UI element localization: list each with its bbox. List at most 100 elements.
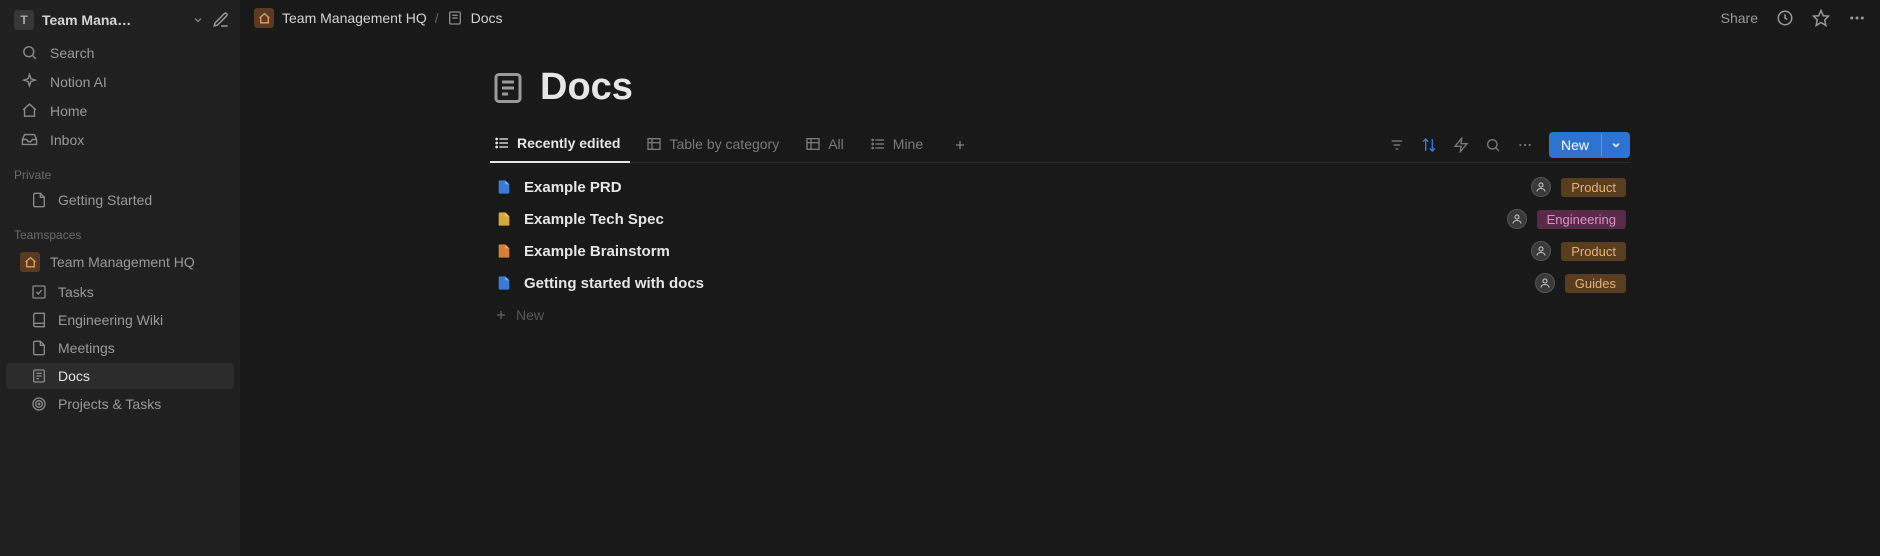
sidebar-teamspace[interactable]: Team Management HQ bbox=[6, 247, 234, 277]
home-icon bbox=[20, 102, 38, 119]
table-icon bbox=[805, 136, 821, 152]
more-icon[interactable] bbox=[1517, 137, 1533, 153]
breadcrumb-separator: / bbox=[435, 10, 439, 26]
view-tab-mine[interactable]: Mine bbox=[866, 128, 933, 162]
teamspace-home-icon[interactable] bbox=[254, 8, 274, 28]
doc-page-icon bbox=[494, 275, 514, 291]
doc-page-icon bbox=[494, 211, 514, 227]
doc-row[interactable]: Getting started with docs Guides bbox=[490, 267, 1630, 299]
checkbox-icon bbox=[30, 284, 48, 300]
avatar bbox=[1531, 177, 1551, 197]
category-tag: Product bbox=[1561, 178, 1626, 197]
sidebar-item-label: Tasks bbox=[58, 284, 94, 300]
workspace-switcher[interactable]: T Team Mana… bbox=[0, 6, 240, 38]
share-button[interactable]: Share bbox=[1721, 10, 1758, 26]
doc-title: Example PRD bbox=[524, 179, 1531, 196]
table-actions: New bbox=[1389, 132, 1630, 158]
doc-page-icon bbox=[494, 243, 514, 259]
workspace-icon: T bbox=[14, 10, 34, 30]
sidebar: T Team Mana… Search Notion AI Home Inbox… bbox=[0, 0, 240, 556]
bolt-icon[interactable] bbox=[1453, 137, 1469, 153]
add-view-button[interactable] bbox=[945, 130, 975, 160]
section-private: Private bbox=[0, 154, 240, 186]
doc-title: Getting started with docs bbox=[524, 275, 1535, 292]
sidebar-item-label: Home bbox=[50, 103, 87, 119]
category-tag: Guides bbox=[1565, 274, 1626, 293]
page-lines-icon bbox=[447, 10, 463, 26]
views-row: Recently edited Table by category All Mi… bbox=[490, 127, 1630, 163]
star-icon[interactable] bbox=[1812, 9, 1830, 27]
category-tag: Engineering bbox=[1537, 210, 1626, 229]
sidebar-item-tasks[interactable]: Tasks bbox=[6, 279, 234, 305]
content: Docs Recently edited Table by category A… bbox=[490, 36, 1630, 331]
sidebar-item-label: Getting Started bbox=[58, 192, 152, 208]
teamspace-home-icon bbox=[20, 252, 40, 272]
filter-icon[interactable] bbox=[1389, 137, 1405, 153]
chevron-down-icon bbox=[192, 14, 204, 26]
page-lines-icon bbox=[30, 368, 48, 384]
category-tag: Product bbox=[1561, 242, 1626, 261]
view-tab-all[interactable]: All bbox=[801, 128, 854, 162]
doc-page-icon bbox=[494, 179, 514, 195]
avatar bbox=[1507, 209, 1527, 229]
avatar bbox=[1535, 273, 1555, 293]
view-tab-label: All bbox=[828, 136, 844, 152]
sidebar-item-wiki[interactable]: Engineering Wiki bbox=[6, 307, 234, 333]
sidebar-item-label: Notion AI bbox=[50, 74, 107, 90]
sidebar-item-label: Projects & Tasks bbox=[58, 396, 161, 412]
doc-row[interactable]: Example PRD Product bbox=[490, 171, 1630, 203]
page-icon bbox=[30, 340, 48, 356]
sidebar-item-search[interactable]: Search bbox=[6, 39, 234, 66]
search-icon[interactable] bbox=[1485, 137, 1501, 153]
sidebar-item-label: Meetings bbox=[58, 340, 115, 356]
sidebar-item-label: Docs bbox=[58, 368, 90, 384]
sidebar-item-getting-started[interactable]: Getting Started bbox=[6, 187, 234, 213]
sidebar-item-inbox[interactable]: Inbox bbox=[6, 126, 234, 153]
search-icon bbox=[20, 44, 38, 61]
sidebar-item-home[interactable]: Home bbox=[6, 97, 234, 124]
section-teamspaces: Teamspaces bbox=[0, 214, 240, 246]
breadcrumb: Team Management HQ / Docs bbox=[254, 8, 503, 28]
new-button[interactable]: New bbox=[1549, 132, 1630, 158]
workspace-name: Team Mana… bbox=[42, 12, 182, 28]
view-tab-label: Recently edited bbox=[517, 135, 620, 151]
doc-row[interactable]: Example Tech SpecEngineering bbox=[490, 203, 1630, 235]
doc-list: Example PRD Product Example Tech SpecEngin… bbox=[490, 163, 1630, 299]
sidebar-item-label: Inbox bbox=[50, 132, 84, 148]
doc-meta: Product bbox=[1531, 177, 1626, 197]
sidebar-item-projects[interactable]: Projects & Tasks bbox=[6, 391, 234, 417]
breadcrumb-current[interactable]: Docs bbox=[471, 10, 503, 26]
page-icon bbox=[30, 192, 48, 208]
new-button-label: New bbox=[1549, 132, 1601, 158]
doc-meta: Product bbox=[1531, 241, 1626, 261]
page-title[interactable]: Docs bbox=[540, 66, 633, 109]
avatar bbox=[1531, 241, 1551, 261]
view-tab-recent[interactable]: Recently edited bbox=[490, 127, 630, 163]
list-icon bbox=[870, 136, 886, 152]
page-lines-icon bbox=[490, 70, 526, 106]
compose-icon[interactable] bbox=[212, 11, 230, 29]
new-row-button[interactable]: New bbox=[490, 299, 1630, 331]
inbox-icon bbox=[20, 131, 38, 148]
doc-title: Example Brainstorm bbox=[524, 243, 1531, 260]
list-icon bbox=[494, 135, 510, 151]
sort-icon[interactable] bbox=[1421, 137, 1437, 153]
view-tab-label: Table by category bbox=[669, 136, 779, 152]
sidebar-item-docs[interactable]: Docs bbox=[6, 363, 234, 389]
breadcrumb-root[interactable]: Team Management HQ bbox=[282, 10, 427, 26]
chevron-down-icon[interactable] bbox=[1601, 134, 1630, 156]
top-actions: Share bbox=[1721, 9, 1866, 27]
more-icon[interactable] bbox=[1848, 9, 1866, 27]
sidebar-item-label: Team Management HQ bbox=[50, 254, 195, 270]
sidebar-item-label: Engineering Wiki bbox=[58, 312, 163, 328]
clock-icon[interactable] bbox=[1776, 9, 1794, 27]
view-tab-label: Mine bbox=[893, 136, 923, 152]
doc-row[interactable]: Example Brainstorm Product bbox=[490, 235, 1630, 267]
sparkle-icon bbox=[20, 73, 38, 90]
sidebar-item-ai[interactable]: Notion AI bbox=[6, 68, 234, 95]
doc-meta: Engineering bbox=[1507, 209, 1626, 229]
sidebar-item-meetings[interactable]: Meetings bbox=[6, 335, 234, 361]
sidebar-item-label: Search bbox=[50, 45, 94, 61]
book-icon bbox=[30, 312, 48, 328]
view-tab-bycat[interactable]: Table by category bbox=[642, 128, 789, 162]
